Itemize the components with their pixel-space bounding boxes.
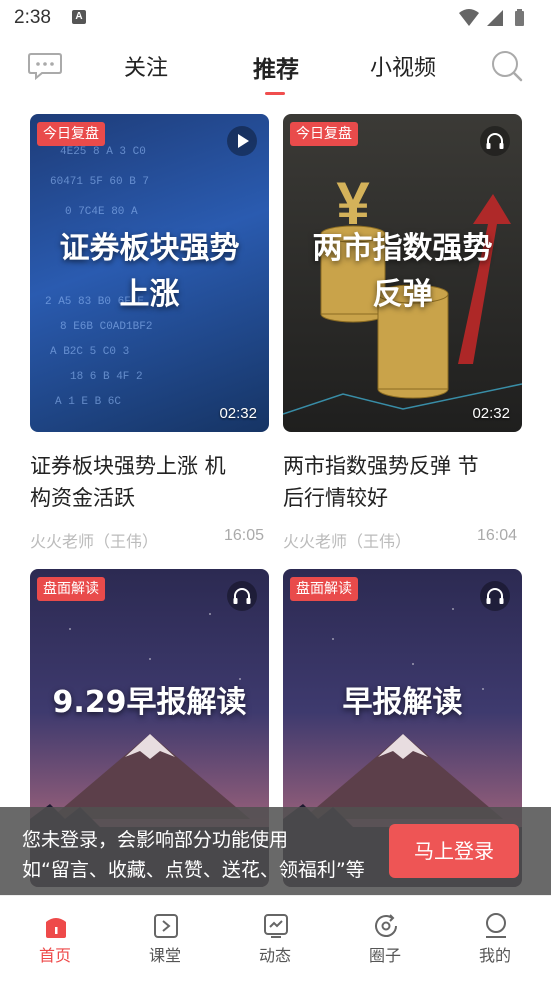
svg-text:60471 5F 60 B 7: 60471 5F 60 B 7 [50,176,149,188]
thumbnail-title-line2: 反弹 [372,277,433,312]
thumbnail-title-line1: 两市指数强势 [312,231,493,266]
chat-bubble-icon[interactable] [28,52,62,80]
feed-card-2-thumbnail[interactable]: ¥ 今日复盘 两市指数强势 反弹 02:32 [283,114,522,432]
login-prompt-banner: 您未登录，会影响部分功能使用 如“留言、收藏、点赞、送花、领福利”等 马上登录 [0,807,551,895]
badge-market-analysis: 盘面解读 [290,577,358,601]
active-tab-indicator [265,92,285,95]
nav-label-circle: 圈子 [368,946,401,965]
video-duration: 02:32 [472,405,510,422]
battery-icon [515,9,524,26]
login-prompt-line1: 您未登录，会影响部分功能使用 [22,829,289,851]
nav-item-circle[interactable]: 圈子 [330,896,440,982]
svg-text:A B2C 5 C0 3: A B2C 5 C0 3 [50,346,129,358]
feed-card-1-author: 火火老师（王伟） [30,532,159,551]
title-line2: 后行情较好 [283,486,388,510]
svg-text:8 E6B C0AD1BF2: 8 E6B C0AD1BF2 [60,321,152,333]
profile-icon [486,913,506,938]
status-time: 2:38 [14,7,51,28]
login-prompt-line2: 如“留言、收藏、点赞、送花、领福利”等 [22,859,365,881]
circle-icon [375,914,397,937]
title-line1: 两市指数强势反弹 节 [283,454,479,478]
title-line2: 构资金活跃 [30,486,135,510]
tab-follow[interactable]: 关注 [124,50,168,82]
nav-label-classroom: 课堂 [148,946,181,965]
thumbnail-title: 9.29早报解读 [52,685,247,720]
tab-short-video[interactable]: 小视频 [370,50,436,82]
status-icons [459,9,524,26]
nav-item-trend[interactable]: 动态 [220,896,330,982]
nav-item-classroom[interactable]: 课堂 [110,896,220,982]
tab-recommend[interactable]: 推荐 [253,50,299,84]
svg-text:A 1 E B 6C: A 1 E B 6C [55,396,121,408]
trend-icon [264,914,288,938]
feed-card-1-thumbnail[interactable]: 4E25 8 A 3 C0 60471 5F 60 B 7 0 7C4E 80 … [30,114,269,432]
svg-text:0 7C4E 80 A: 0 7C4E 80 A [65,206,138,218]
feed-card-2-author: 火火老师（王伟） [283,532,412,551]
video-duration: 02:32 [219,405,257,422]
nav-item-home[interactable]: 首页 [0,896,110,982]
signal-icon [487,10,503,26]
notification-a-icon: A [72,10,86,24]
headphones-icon[interactable] [480,126,510,156]
status-bar: 2:38 A [0,0,551,36]
feed-card-2-time: 16:04 [477,527,518,544]
login-now-button[interactable]: 马上登录 [389,824,519,878]
feed-card-2-title[interactable]: 两市指数强势反弹 节 后行情较好 [283,450,525,514]
play-icon[interactable] [227,126,257,156]
wifi-icon [459,9,479,26]
svg-text:4E25 8 A 3 C0: 4E25 8 A 3 C0 [60,146,146,158]
nav-label-profile: 我的 [478,946,511,965]
feed-card-1-time: 16:05 [224,527,265,544]
bottom-navigation: 首页 课堂 动态 圈子 我的 [0,895,551,982]
svg-text:18 6 B 4F 2: 18 6 B 4F 2 [70,371,143,383]
headphones-icon[interactable] [227,581,257,611]
thumbnail-title-line2: 上涨 [119,277,180,312]
thumbnail-title-line1: 证券板块强势 [59,231,240,266]
classroom-icon [154,914,178,938]
badge-daily-review: 今日复盘 [290,122,358,146]
nav-label-trend: 动态 [258,946,291,965]
headphones-icon[interactable] [480,581,510,611]
badge-market-analysis: 盘面解读 [37,577,105,601]
nav-item-profile[interactable]: 我的 [440,896,550,982]
top-header: 关注 推荐 小视频 [0,36,551,98]
feed-card-1-title[interactable]: 证券板块强势上涨 机 构资金活跃 [30,450,272,514]
home-icon [46,918,66,938]
badge-daily-review: 今日复盘 [37,122,105,146]
thumbnail-title: 早报解读 [342,685,463,720]
title-line1: 证券板块强势上涨 机 [30,454,226,478]
search-icon[interactable] [491,50,523,82]
nav-label-home: 首页 [38,946,71,965]
